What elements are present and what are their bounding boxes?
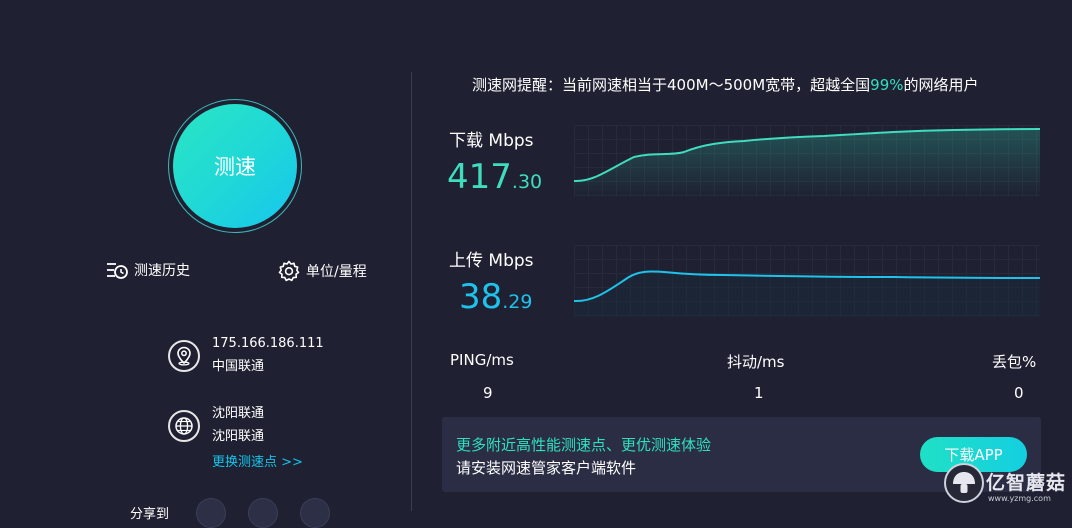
watermark-text: 亿智蘑菇: [986, 472, 1067, 494]
ping-value: 9: [483, 384, 493, 402]
loss-value: 0: [1014, 384, 1024, 402]
panel-divider: [411, 72, 412, 511]
download-label: 下载 Mbps: [449, 131, 534, 151]
isp-name: 中国联通: [212, 359, 265, 374]
download-value: 417.30: [447, 160, 542, 199]
server-name: 沈阳联通: [212, 406, 265, 421]
download-dec: .30: [511, 171, 543, 193]
upload-value: 38.29: [459, 280, 532, 319]
speed-test-button-ring[interactable]: 测速: [168, 99, 302, 233]
mushroom-logo-icon: [944, 463, 984, 503]
globe-icon: [168, 410, 200, 442]
notice-suffix: 的网络用户: [903, 76, 979, 94]
units-button[interactable]: 单位/量程: [278, 260, 367, 282]
server-isp: 沈阳联通: [212, 429, 265, 444]
download-int: 417: [447, 157, 512, 197]
location-icon: [168, 340, 200, 372]
notice-percent: 99%: [870, 76, 904, 94]
history-button[interactable]: 测速历史: [106, 260, 190, 280]
loss-label: 丢包%: [992, 353, 1037, 371]
upload-dec: .29: [502, 291, 533, 313]
history-icon: [106, 260, 128, 280]
upload-chart: [574, 245, 1040, 317]
ip-address: 175.166.186.111: [212, 336, 324, 351]
jitter-label: 抖动/ms: [727, 353, 785, 371]
share-qq-icon[interactable]: [300, 498, 330, 528]
speed-test-button[interactable]: 测速: [173, 104, 297, 228]
jitter-value: 1: [754, 384, 764, 402]
gear-icon: [278, 260, 300, 282]
share-wechat-icon[interactable]: [196, 498, 226, 528]
share-label: 分享到: [130, 507, 170, 522]
history-label: 测速历史: [134, 263, 190, 279]
banner-subtext: 请安装网速管家客户端软件: [456, 459, 637, 477]
notice-prefix: 测速网提醒：当前网速相当于400M～500M宽带，超越全国: [472, 76, 871, 94]
upload-int: 38: [459, 277, 503, 317]
watermark-url: www.yzmg.com: [988, 494, 1051, 503]
speed-notice: 测速网提醒：当前网速相当于400M～500M宽带，超越全国99%的网络用户: [472, 74, 979, 95]
download-chart: [574, 125, 1040, 197]
ping-label: PING/ms: [450, 351, 514, 369]
banner-headline: 更多附近高性能测速点、更优测速体验: [456, 436, 712, 454]
share-weibo-icon[interactable]: [248, 498, 278, 528]
units-label: 单位/量程: [306, 264, 367, 280]
upload-label: 上传 Mbps: [449, 251, 534, 271]
change-node-link[interactable]: 更换测速点 >>: [212, 451, 303, 470]
